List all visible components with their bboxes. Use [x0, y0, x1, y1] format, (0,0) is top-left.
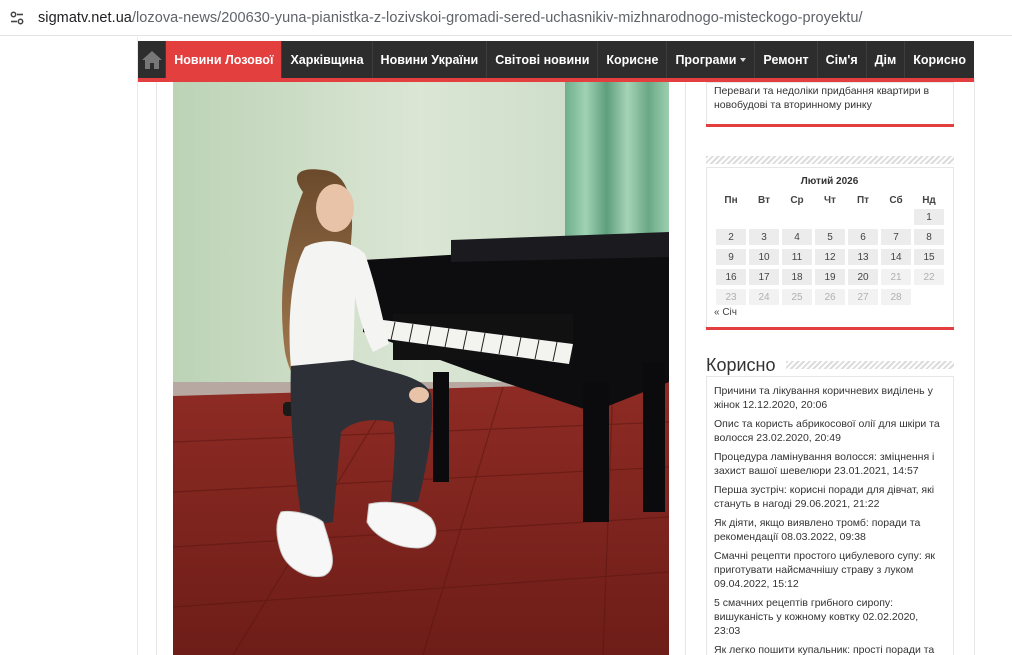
- korysno-link[interactable]: 5 смачних рецептів грибного сиропу: вишу…: [714, 596, 946, 638]
- nav-label: Дім: [874, 52, 897, 67]
- calendar-prev-month-link[interactable]: « Січ: [714, 307, 737, 318]
- korysno-link[interactable]: Як легко пошити купальник: прості поради…: [714, 643, 946, 655]
- calendar-weekday: Нд: [922, 195, 936, 206]
- nav-label: Програми: [675, 52, 737, 67]
- calendar-day: 24: [749, 289, 779, 305]
- korysno-widget-title: Корисно: [706, 355, 782, 376]
- calendar-day: 27: [848, 289, 878, 305]
- widget-accent-bar: [706, 124, 954, 127]
- calendar-day[interactable]: 19: [815, 269, 845, 285]
- calendar-day: 22: [914, 269, 944, 285]
- calendar-day: 21: [881, 269, 911, 285]
- wrapper-border: [137, 37, 138, 655]
- calendar-day[interactable]: 6: [848, 229, 878, 245]
- korysno-link[interactable]: Перша зустріч: корисні поради для дівчат…: [714, 483, 946, 511]
- calendar-day[interactable]: 14: [881, 249, 911, 265]
- calendar-day: 23: [716, 289, 746, 305]
- calendar-weekday: Сб: [889, 195, 903, 206]
- calendar-day[interactable]: 2: [716, 229, 746, 245]
- nav-label: Корисно: [913, 52, 966, 67]
- korysno-link[interactable]: Причини та лікування коричневих виділень…: [714, 384, 946, 412]
- korysno-link[interactable]: Опис та користь абрикосової олії для шкі…: [714, 417, 946, 445]
- browser-address-bar: sigmatv.net.ua/lozova-news/200630-yuna-p…: [0, 0, 1012, 36]
- nav-label: Сім'я: [825, 52, 858, 67]
- nav-label: Новини України: [380, 52, 479, 67]
- nav-item-kharkivshchyna[interactable]: Харківщина: [282, 41, 373, 78]
- calendar-day[interactable]: 4: [782, 229, 812, 245]
- calendar-day[interactable]: 17: [749, 269, 779, 285]
- calendar-day[interactable]: 5: [815, 229, 845, 245]
- korysno-link[interactable]: Як діяти, якщо виявлено тромб: поради та…: [714, 516, 946, 544]
- sidebar-border: [974, 78, 975, 655]
- calendar-day[interactable]: 8: [914, 229, 944, 245]
- korysno-link[interactable]: Смачні рецепти простого цибулевого супу:…: [714, 549, 946, 591]
- calendar-day[interactable]: 1: [914, 209, 944, 225]
- nav-item-world-news[interactable]: Світові новини: [487, 41, 599, 78]
- nav-item-programs[interactable]: Програми: [667, 41, 756, 78]
- url-path: /lozova-news/200630-yuna-pianistka-z-loz…: [131, 9, 863, 26]
- site-info-icon[interactable]: [6, 7, 28, 29]
- calendar-day: 26: [815, 289, 845, 305]
- url-host: sigmatv.net.ua: [38, 9, 132, 26]
- calendar-title: Лютий 2026: [800, 176, 859, 187]
- home-icon[interactable]: [138, 41, 167, 78]
- widget-accent-bar: [706, 327, 954, 330]
- calendar-weekday: Пт: [856, 195, 870, 206]
- nav-label: Ремонт: [763, 52, 809, 67]
- sidebar-link-apartment[interactable]: Переваги та недоліки придбання квартири …: [714, 84, 948, 112]
- calendar-day[interactable]: 12: [815, 249, 845, 265]
- calendar-day[interactable]: 13: [848, 249, 878, 265]
- calendar-day[interactable]: 20: [848, 269, 878, 285]
- url-field[interactable]: sigmatv.net.ua/lozova-news/200630-yuna-p…: [38, 10, 863, 26]
- widget-stripes: [786, 361, 954, 369]
- nav-item-remont[interactable]: Ремонт: [755, 41, 818, 78]
- calendar-day[interactable]: 15: [914, 249, 944, 265]
- nav-item-home[interactable]: Дім: [867, 41, 906, 78]
- nav-item-korysno[interactable]: Корисно: [905, 41, 974, 78]
- calendar-day[interactable]: 11: [782, 249, 812, 265]
- calendar-day[interactable]: 3: [749, 229, 779, 245]
- calendar-day: 25: [782, 289, 812, 305]
- calendar-day[interactable]: 18: [782, 269, 812, 285]
- calendar-day[interactable]: 10: [749, 249, 779, 265]
- nav-label: Харківщина: [290, 52, 364, 67]
- dropdown-caret-icon: [740, 57, 747, 62]
- calendar-weekday: Вт: [758, 195, 770, 206]
- nav-item-ukraine-news[interactable]: Новини України: [373, 41, 488, 78]
- article-photo[interactable]: [173, 82, 669, 655]
- nav-label: Світові новини: [495, 52, 590, 67]
- nav-label: Корисне: [606, 52, 659, 67]
- calendar-weekday: Пн: [724, 195, 738, 206]
- calendar-weekday: Ср: [790, 195, 804, 206]
- calendar-day: 28: [881, 289, 911, 305]
- nav-label: Новини Лозової: [174, 52, 274, 67]
- widget-stripes: [706, 156, 954, 164]
- korysno-link[interactable]: Процедура ламінування волосся: зміцнення…: [714, 450, 946, 478]
- nav-item-lozova-news[interactable]: Новини Лозової: [166, 41, 283, 78]
- nav-item-korysne[interactable]: Корисне: [598, 41, 668, 78]
- calendar-day[interactable]: 7: [881, 229, 911, 245]
- main-navigation: Новини Лозової Харківщина Новини України…: [138, 41, 974, 78]
- calendar-day[interactable]: 9: [716, 249, 746, 265]
- nav-item-family[interactable]: Сім'я: [818, 41, 867, 78]
- calendar-day[interactable]: 16: [716, 269, 746, 285]
- calendar-weekday: Чт: [824, 195, 836, 206]
